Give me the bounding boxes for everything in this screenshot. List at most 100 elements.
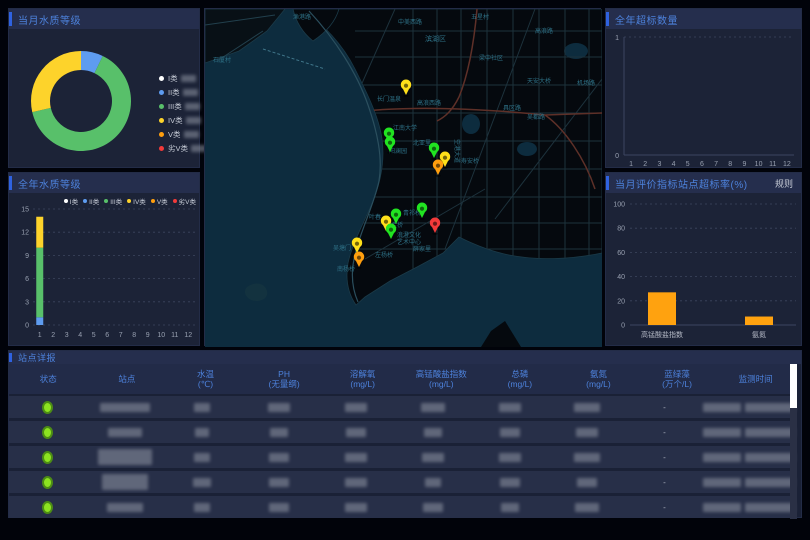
title-accent-bar	[606, 176, 609, 190]
redacted-value	[577, 478, 597, 487]
legend-item[interactable]: I类	[64, 196, 78, 206]
cell-station	[86, 428, 163, 437]
table-row[interactable]: -	[9, 396, 795, 418]
empty-line-chart[interactable]: 10123456789101112	[606, 29, 803, 169]
cell-value	[317, 503, 394, 512]
map-label: 叶春	[369, 213, 381, 221]
svg-text:0: 0	[615, 153, 619, 160]
stacked-bar-segment[interactable]	[36, 317, 43, 325]
map-label: 长门温泉	[377, 95, 401, 103]
redacted-value	[107, 503, 143, 512]
table-header-cell: 站点	[88, 374, 167, 384]
svg-text:12: 12	[783, 161, 791, 168]
cell-value	[240, 478, 317, 487]
map-label: 浪澄文化	[397, 231, 421, 239]
map-label: 寿安桥	[461, 157, 479, 165]
svg-text:1: 1	[615, 35, 619, 42]
legend-label: II类	[168, 87, 180, 98]
svg-text:2: 2	[643, 161, 647, 168]
exceedance-bar-chart[interactable]: 020406080100高锰酸盐指数氨氮	[606, 193, 803, 347]
legend-item[interactable]: 劣V类	[159, 141, 206, 155]
legend-label: 劣V类	[168, 143, 188, 154]
panel-title-bar: 当月水质等级	[9, 9, 199, 29]
redacted-value	[100, 403, 150, 412]
redacted-value	[574, 453, 600, 462]
legend-dot	[83, 199, 87, 203]
cell-value	[395, 403, 472, 412]
table-row[interactable]: -	[9, 421, 795, 443]
svg-text:3: 3	[25, 299, 29, 306]
redacted-value	[745, 428, 795, 437]
cell-value	[240, 428, 317, 437]
rules-link[interactable]: 规则	[775, 177, 793, 190]
legend-item[interactable]: 劣V类	[173, 196, 196, 206]
legend-item[interactable]: V类	[151, 196, 168, 206]
map-label: 高浪西路	[417, 99, 441, 107]
cell-value	[549, 428, 626, 437]
legend-dot	[159, 146, 164, 151]
cell-value	[549, 503, 626, 512]
legend-item[interactable]: I类	[159, 71, 206, 85]
table-header-cell: 氨氮(mg/L)	[559, 369, 638, 389]
redacted-value	[195, 428, 209, 437]
title-accent-bar	[9, 176, 12, 190]
map-label: 吴塘门	[333, 244, 351, 252]
redacted-value	[500, 478, 520, 487]
title-accent-bar	[606, 12, 609, 26]
legend-item[interactable]: V类	[159, 127, 206, 141]
table-header-cell: 水温(℃)	[166, 369, 245, 389]
redacted-value	[575, 503, 599, 512]
cell-value	[240, 453, 317, 462]
redacted-value	[703, 428, 741, 437]
redacted-value	[345, 478, 367, 487]
legend-item[interactable]: III类	[104, 196, 122, 206]
svg-text:0: 0	[25, 323, 29, 330]
svg-text:40: 40	[617, 274, 625, 281]
svg-text:10: 10	[755, 161, 763, 168]
cell-status	[9, 451, 86, 464]
rate-bar[interactable]	[745, 317, 773, 325]
legend-item[interactable]: IV类	[159, 113, 206, 127]
table-row[interactable]: -	[9, 471, 795, 493]
cell-algae: -	[626, 428, 703, 437]
svg-text:6: 6	[25, 276, 29, 283]
redacted-value	[703, 453, 741, 462]
stacked-bar-chart[interactable]: 15129630123456789101112	[9, 193, 201, 347]
table-header-cell: 蓝绿藻(万个/L)	[638, 369, 717, 389]
stacked-bar-segment[interactable]	[36, 248, 43, 318]
map-label: 左杨桥	[375, 251, 393, 259]
redacted-value	[268, 403, 290, 412]
svg-text:1: 1	[629, 161, 633, 168]
cell-station	[86, 449, 163, 465]
legend-item[interactable]: II类	[83, 196, 99, 206]
redacted-value	[703, 478, 741, 487]
cell-value	[163, 478, 240, 487]
redacted-value	[500, 428, 520, 437]
cell-algae: -	[626, 453, 703, 462]
rate-bar[interactable]	[648, 292, 676, 325]
legend-item[interactable]: III类	[159, 99, 206, 113]
cell-value	[395, 428, 472, 437]
cell-value	[549, 453, 626, 462]
map-label: 北亚里	[413, 139, 431, 147]
svg-text:11: 11	[171, 332, 178, 339]
map-label: 中美西路	[398, 18, 422, 26]
cell-station	[86, 403, 163, 412]
table-scrollbar-thumb[interactable]	[790, 364, 797, 408]
legend-dot	[159, 118, 164, 123]
legend-item[interactable]: IV类	[127, 196, 146, 206]
legend-item[interactable]: II类	[159, 85, 206, 99]
cell-status	[9, 401, 86, 414]
table-row[interactable]: -	[9, 446, 795, 468]
svg-text:10: 10	[157, 332, 165, 339]
redacted-value	[194, 503, 210, 512]
map-label: 滨湖区	[425, 34, 446, 43]
redacted-value	[270, 428, 288, 437]
table-scrollbar-track[interactable]	[790, 364, 797, 519]
donut-segment[interactable]	[31, 51, 81, 112]
map-label: 高浪路	[535, 27, 553, 35]
cell-time	[703, 403, 795, 412]
stacked-bar-segment[interactable]	[36, 217, 43, 248]
station-map[interactable]: 石厦村渔港路中美西路滨湖区五星村高浪路梁中社区天安大桥机场路高浪西路具区路吴都路…	[205, 9, 602, 347]
table-row[interactable]: -	[9, 496, 795, 518]
